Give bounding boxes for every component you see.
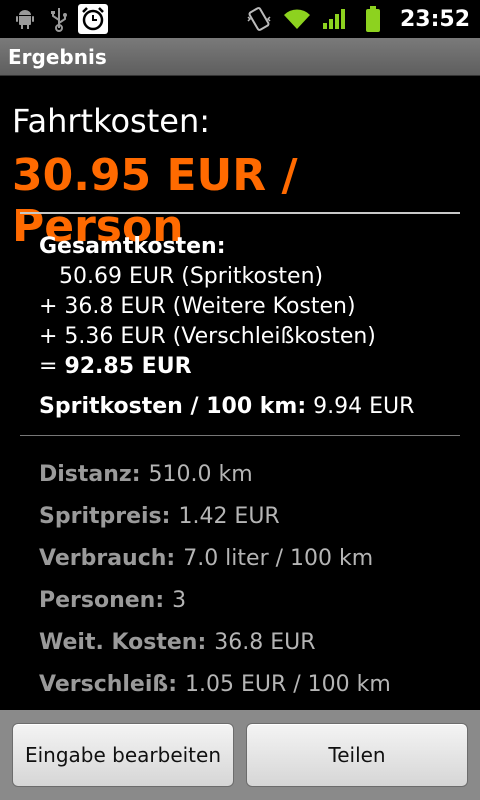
detail-label: Verschleiß: xyxy=(39,671,178,697)
usb-icon xyxy=(42,2,76,36)
status-bar: 23:52 xyxy=(0,0,480,38)
android-icon xyxy=(8,2,42,36)
wifi-icon xyxy=(280,2,314,36)
total-sum-line: = 92.85 EUR xyxy=(39,352,376,382)
status-clock: 23:52 xyxy=(399,6,470,32)
detail-value: 3 xyxy=(172,587,187,613)
detail-label: Spritpreis: xyxy=(39,503,171,529)
wear-cost-line: + 5.36 EUR (Verschleißkosten) xyxy=(39,324,376,349)
fuel-cost-per-100km-label: Spritkosten / 100 km: xyxy=(39,394,307,419)
total-cost-heading: Gesamtkosten: xyxy=(39,234,226,259)
fuel-cost-per-100km: Spritkosten / 100 km: 9.94 EUR xyxy=(39,394,414,419)
detail-other-costs: Weit. Kosten: 36.8 EUR xyxy=(39,621,391,663)
total-sum-value: 92.85 EUR xyxy=(64,354,192,379)
detail-label: Weit. Kosten: xyxy=(39,629,207,655)
detail-value: 1.42 EUR xyxy=(178,503,280,529)
detail-consumption: Verbrauch: 7.0 liter / 100 km xyxy=(39,537,391,579)
detail-value: 7.0 liter / 100 km xyxy=(183,545,374,571)
result-content: Fahrtkosten: 30.95 EUR / Person Gesamtko… xyxy=(0,76,480,710)
total-sum-prefix: = xyxy=(39,354,65,379)
detail-persons: Personen: 3 xyxy=(39,579,391,621)
button-bar: Eingabe bearbeiten Teilen xyxy=(0,710,480,800)
other-cost-line: + 36.8 EUR (Weitere Kosten) xyxy=(39,294,356,319)
page-title: Ergebnis xyxy=(8,44,107,69)
title-bar: Ergebnis xyxy=(0,38,480,76)
detail-value: 1.05 EUR / 100 km xyxy=(185,671,391,697)
detail-label: Verbrauch: xyxy=(39,545,176,571)
fuel-cost-per-100km-value: 9.94 EUR xyxy=(313,394,415,419)
signal-icon xyxy=(318,2,352,36)
details-list: Distanz: 510.0 km Spritpreis: 1.42 EUR V… xyxy=(39,453,391,705)
share-button[interactable]: Teilen xyxy=(246,723,468,787)
detail-value: 36.8 EUR xyxy=(214,629,316,655)
detail-value: 510.0 km xyxy=(148,461,253,487)
detail-label: Personen: xyxy=(39,587,165,613)
detail-distance: Distanz: 510.0 km xyxy=(39,453,391,495)
edit-input-button[interactable]: Eingabe bearbeiten xyxy=(12,723,234,787)
detail-wear: Verschleiß: 1.05 EUR / 100 km xyxy=(39,663,391,705)
detail-fuel-price: Spritpreis: 1.42 EUR xyxy=(39,495,391,537)
detail-label: Distanz: xyxy=(39,461,141,487)
divider xyxy=(20,212,460,214)
fuel-cost-line: 50.69 EUR (Spritkosten) xyxy=(59,264,324,289)
trip-cost-label: Fahrtkosten: xyxy=(12,102,210,140)
battery-icon xyxy=(356,2,390,36)
vibrate-icon xyxy=(242,2,276,36)
alarm-icon xyxy=(76,2,110,36)
total-cost-block: Gesamtkosten: 50.69 EUR (Spritkosten) + … xyxy=(39,232,376,382)
divider xyxy=(20,435,460,436)
